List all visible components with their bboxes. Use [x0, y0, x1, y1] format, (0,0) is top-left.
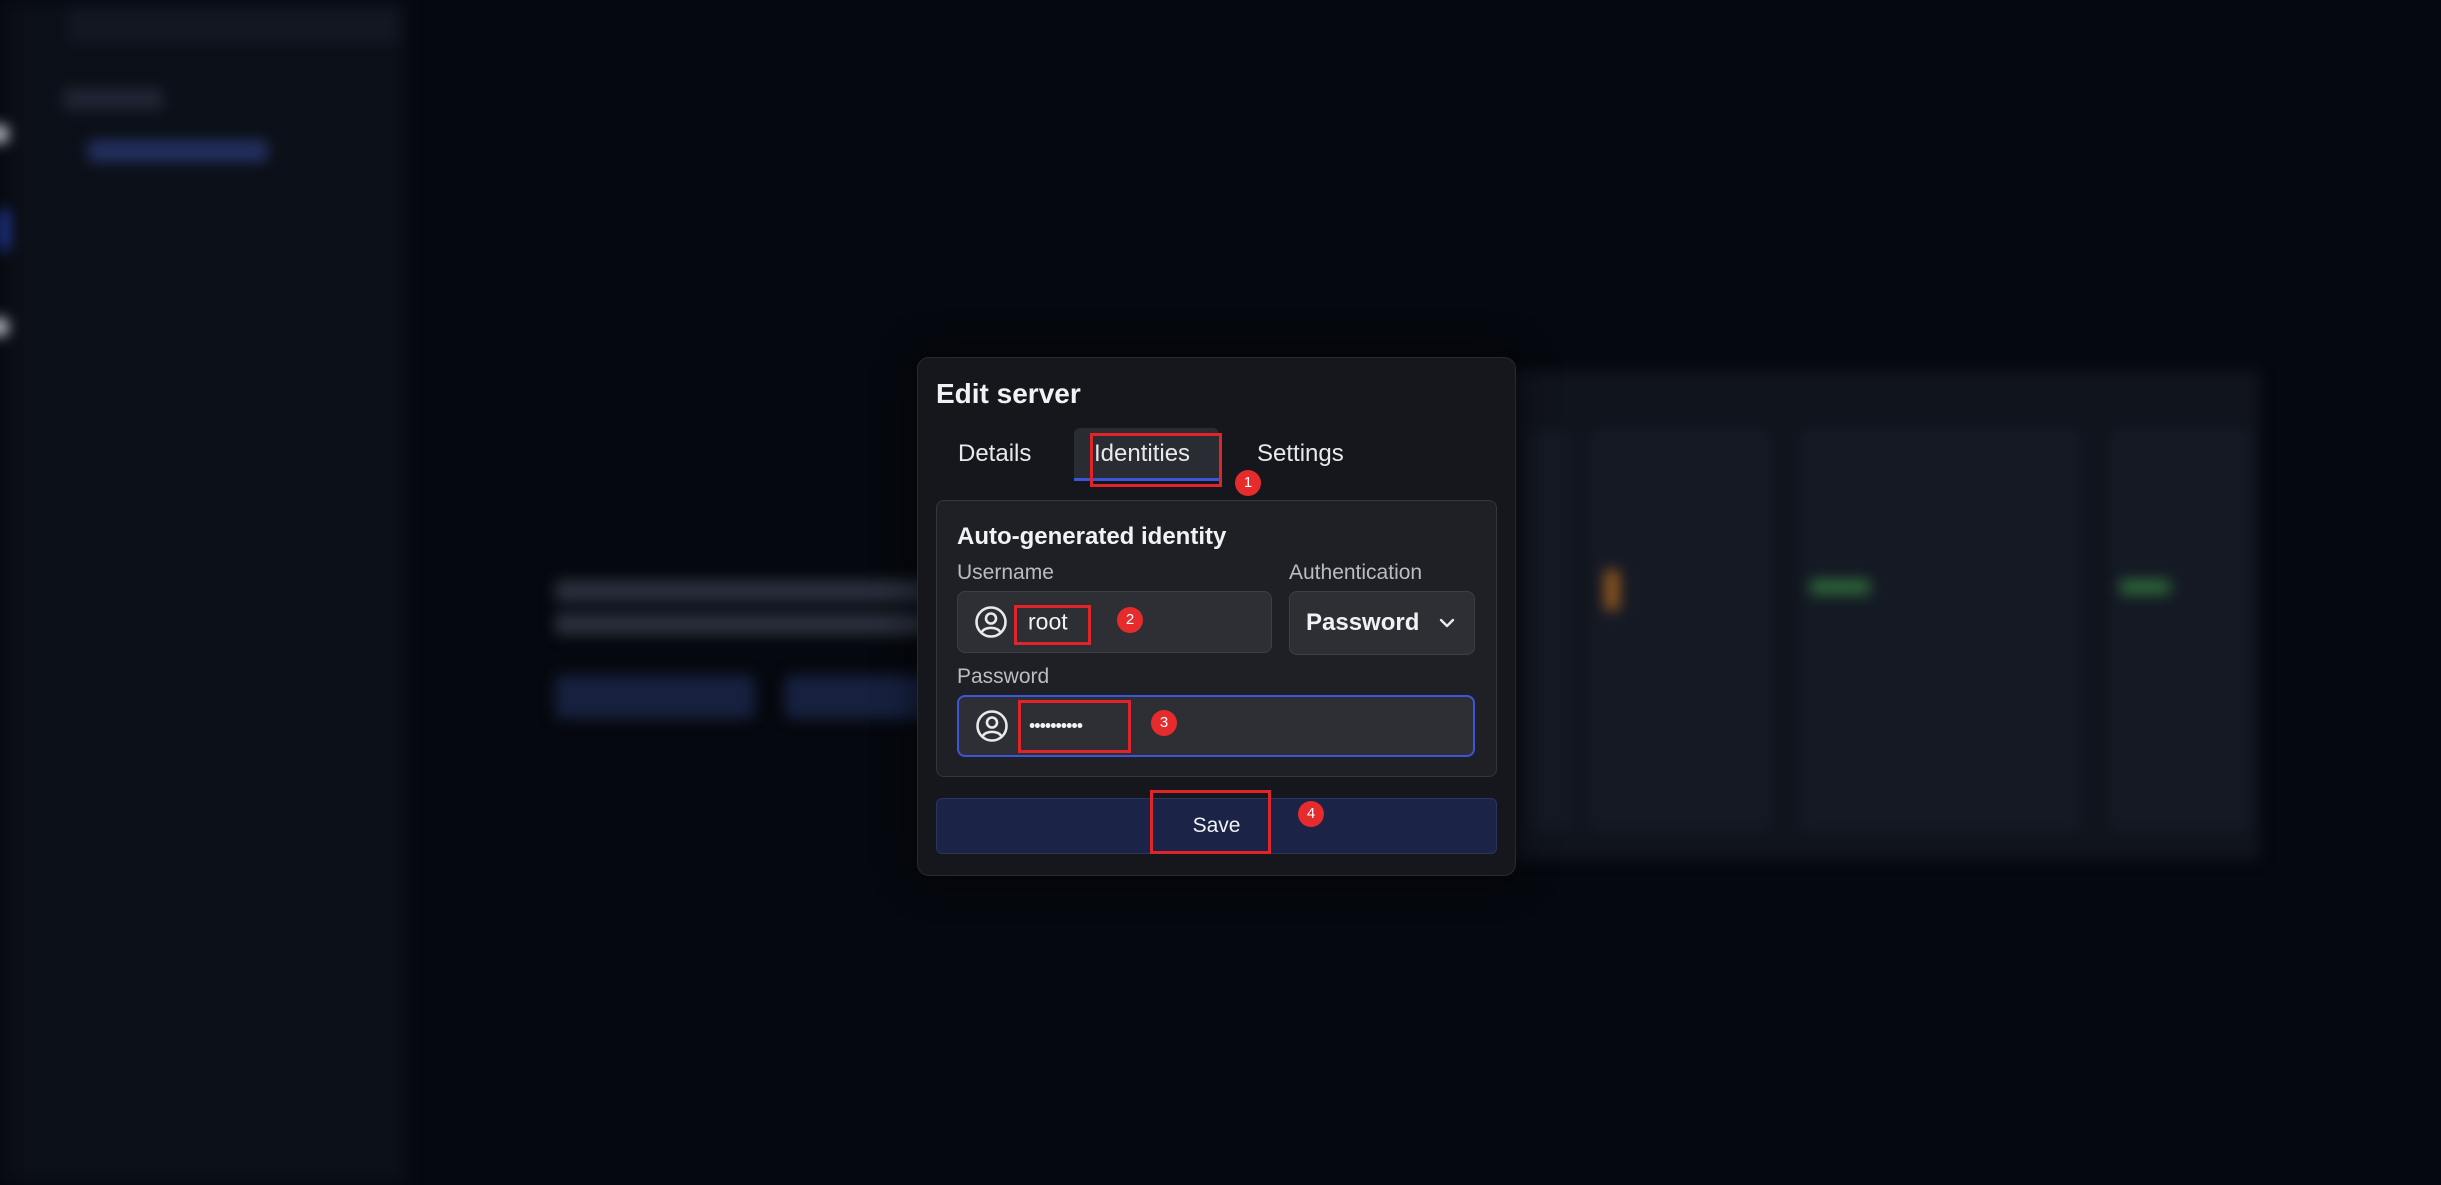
background-sidebar [18, 0, 408, 1185]
username-label: Username [957, 561, 1054, 584]
annotation-badge-2: 2 [1117, 607, 1143, 633]
annotation-box-username [1014, 605, 1091, 645]
authentication-label: Authentication [1289, 561, 1423, 584]
annotation-box-identities [1090, 433, 1222, 487]
tab-settings[interactable]: Settings [1257, 440, 1344, 468]
identity-title: Auto-generated identity [957, 523, 1227, 550]
authentication-value: Password [1306, 609, 1420, 636]
background-rail [0, 0, 18, 1185]
dialog-title: Edit server [936, 378, 1081, 409]
annotation-box-password [1018, 700, 1131, 753]
background-preview [1510, 370, 2260, 860]
user-circle-icon [976, 710, 1008, 742]
annotation-badge-3: 3 [1151, 710, 1177, 736]
annotation-badge-4: 4 [1298, 801, 1324, 827]
tab-details[interactable]: Details [958, 440, 1031, 468]
authentication-select[interactable]: Password [1289, 591, 1475, 655]
user-circle-icon [975, 606, 1007, 638]
chevron-down-icon [1439, 618, 1455, 628]
username-field[interactable]: root [957, 591, 1272, 653]
annotation-box-save [1150, 790, 1271, 854]
password-label: Password [957, 665, 1050, 688]
annotation-badge-1: 1 [1235, 470, 1261, 496]
